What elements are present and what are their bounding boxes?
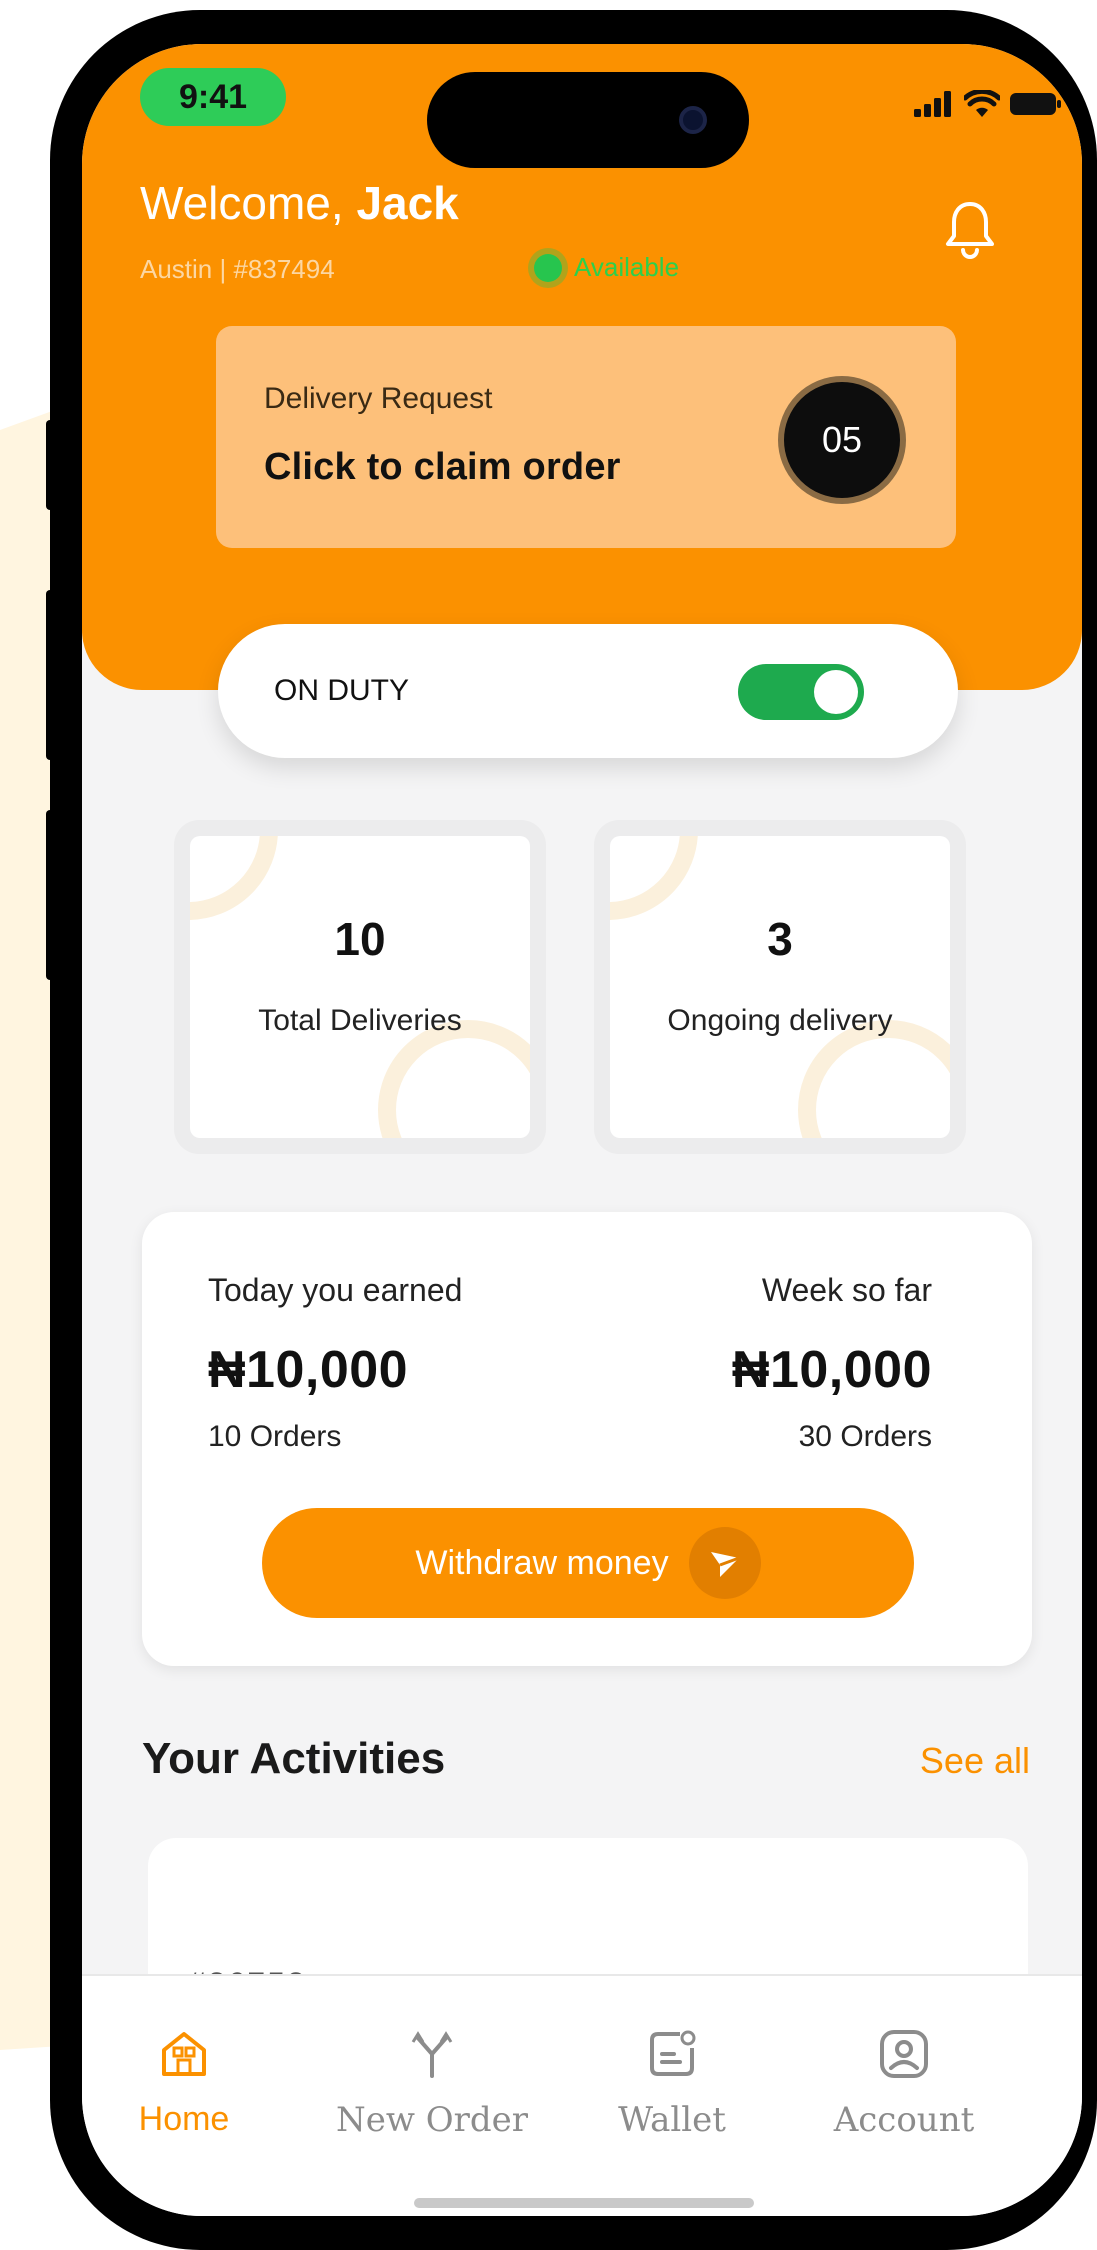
wallet-icon [650, 2030, 696, 2076]
activities-title: Your Activities [142, 1734, 446, 1783]
tab-new-order[interactable]: New Order [332, 2026, 532, 2140]
account-icon [880, 2030, 928, 2078]
withdraw-money-button[interactable]: Withdraw money [262, 1508, 914, 1618]
availability-status: Available [534, 252, 679, 283]
new-order-icon [411, 2031, 453, 2078]
available-dot-icon [534, 253, 562, 282]
earnings-card: Today you earned ₦10,000 10 Orders Week … [142, 1212, 1032, 1666]
withdraw-label: Withdraw money [415, 1543, 669, 1582]
today-orders: 10 Orders [208, 1420, 342, 1453]
status-time: 9:41 [140, 68, 286, 126]
decor-arc [190, 836, 278, 920]
delivery-request-label: Delivery Request [264, 382, 493, 415]
decor-arc [610, 836, 698, 920]
claim-order-text: Click to claim order [264, 446, 621, 488]
user-name: Jack [356, 177, 459, 229]
on-duty-label: ON DUTY [274, 674, 409, 707]
week-orders: 30 Orders [798, 1420, 932, 1453]
total-deliveries-card: 10 Total Deliveries [190, 836, 530, 1138]
on-duty-bar: ON DUTY [218, 624, 958, 758]
bottom-tab-bar: Home New Order Wallet Account [82, 1974, 1082, 2216]
request-count-badge: 05 [778, 376, 906, 504]
tab-account-label: Account [833, 2100, 975, 2140]
total-deliveries-label: Total Deliveries [258, 1004, 462, 1037]
tab-wallet-label: Wallet [618, 2100, 726, 2140]
week-amount: ₦10,000 [731, 1341, 932, 1399]
battery-icon [1010, 93, 1061, 115]
status-icons [914, 90, 1062, 118]
tab-new-order-label: New Order [335, 2100, 529, 2140]
tab-account[interactable]: Account [804, 2026, 1004, 2140]
bell-icon[interactable] [944, 200, 996, 260]
app-screen: 9:41 Welcome, Jack Austin | #837494 Avai… [82, 44, 1082, 2216]
today-caption: Today you earned [208, 1272, 463, 1308]
wifi-icon [964, 90, 1000, 117]
signal-icon [914, 91, 951, 117]
week-caption: Week so far [761, 1272, 932, 1308]
delivery-request-card[interactable]: Delivery Request Click to claim order 05 [216, 326, 956, 548]
tab-home[interactable]: Home [84, 2026, 284, 2139]
dynamic-island [427, 72, 749, 168]
home-icon [162, 2032, 206, 2076]
availability-label: Available [574, 252, 680, 282]
on-duty-toggle[interactable] [738, 664, 864, 720]
ongoing-delivery-label: Ongoing delivery [667, 1004, 893, 1037]
today-amount: ₦10,000 [208, 1341, 409, 1399]
welcome-heading: Welcome, Jack [140, 176, 459, 230]
home-indicator [414, 2198, 754, 2208]
tab-wallet[interactable]: Wallet [572, 2026, 772, 2140]
tab-home-label: Home [138, 2100, 230, 2138]
camera-icon [679, 106, 707, 134]
total-deliveries-value: 10 [334, 913, 386, 965]
ongoing-delivery-value: 3 [767, 913, 793, 965]
see-all-link[interactable]: See all [920, 1740, 1030, 1782]
toggle-knob [814, 670, 858, 714]
ongoing-delivery-card: 3 Ongoing delivery [610, 836, 950, 1138]
send-icon [688, 1527, 761, 1599]
greeting-text: Welcome, [140, 177, 344, 229]
location-id: Austin | #837494 [140, 254, 335, 284]
